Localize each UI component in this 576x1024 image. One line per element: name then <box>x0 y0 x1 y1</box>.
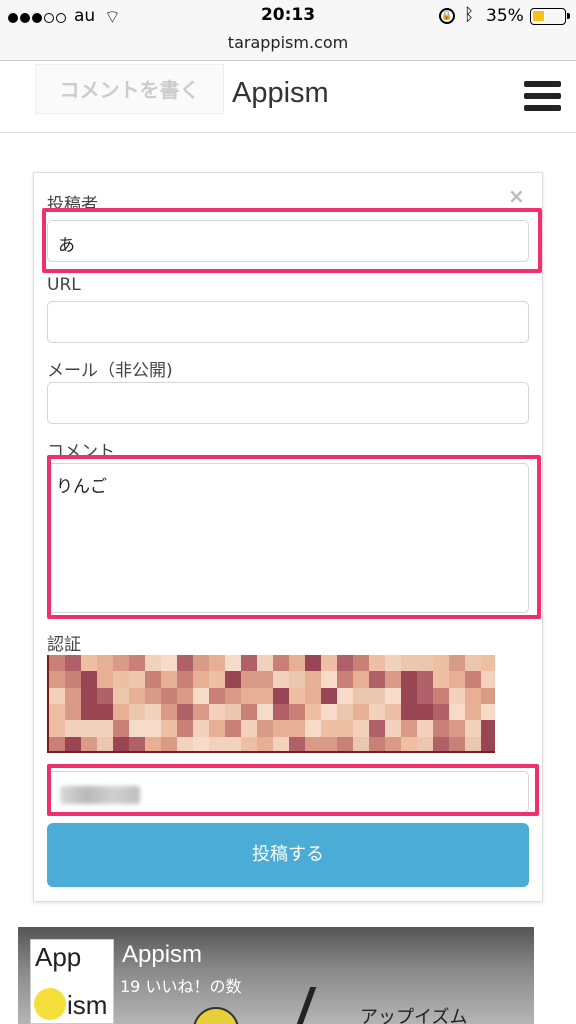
email-label: メール（非公開) <box>47 361 173 381</box>
url-text: tarappism.com <box>227 33 349 52</box>
highlight-box-author <box>42 208 542 273</box>
mascot-icon <box>193 1007 239 1024</box>
hamburger-menu-icon[interactable] <box>524 81 561 113</box>
highlight-box-comment <box>47 455 541 619</box>
site-title[interactable]: Appism <box>232 77 329 110</box>
logo-graphic <box>295 987 351 1024</box>
url-field[interactable] <box>47 301 529 343</box>
page-subtitle: アップイズム <box>360 1007 468 1024</box>
chick-icon <box>34 988 66 1020</box>
site-header: コメントを書く Appism <box>0 61 576 133</box>
logo-text-bottom: ism <box>67 990 108 1020</box>
battery-icon <box>530 8 570 25</box>
rotation-lock-icon: 🔒 <box>439 8 455 24</box>
url-label: URL <box>47 275 81 295</box>
captcha-image <box>47 655 495 753</box>
page-name[interactable]: Appism <box>122 941 202 969</box>
write-comment-button[interactable]: コメントを書く <box>35 64 224 114</box>
bluetooth-icon: ᛒ <box>464 5 475 25</box>
page-logo: App ism <box>30 939 114 1024</box>
address-bar[interactable]: tarappism.com <box>0 34 576 61</box>
status-bar: au ⌔ 20:13 🔒 ᛒ 35% <box>0 0 576 34</box>
captcha-label: 認証 <box>47 635 81 655</box>
email-field[interactable] <box>47 382 529 424</box>
close-icon[interactable]: × <box>508 184 525 208</box>
logo-text-top: App <box>35 942 82 972</box>
highlight-box-captcha <box>47 764 539 816</box>
battery-percentage: 35% <box>486 6 524 26</box>
submit-button[interactable]: 投稿する <box>47 823 529 887</box>
facebook-page-card[interactable]: App ism Appism 19 いいね！の数 アップイズム <box>18 927 534 1024</box>
likes-count: 19 いいね！の数 <box>120 977 242 996</box>
